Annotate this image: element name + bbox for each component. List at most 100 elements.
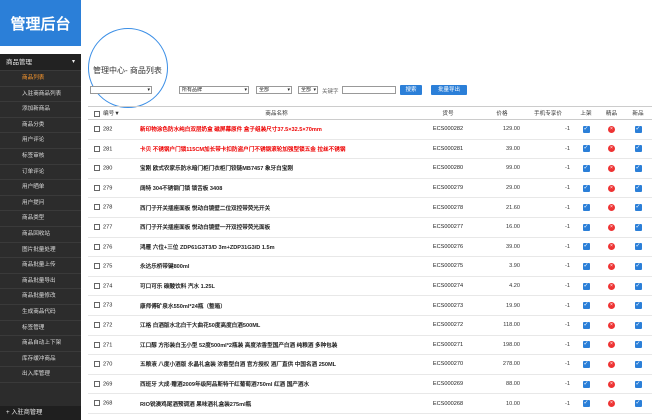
row-new[interactable]: ✓ <box>624 237 652 258</box>
row-checkbox[interactable] <box>94 400 100 407</box>
check-icon[interactable]: ✓ <box>634 184 642 192</box>
check-icon[interactable]: ✓ <box>582 204 590 212</box>
sidebar-item[interactable]: 生成商品代码 <box>0 305 81 321</box>
row-goods-name[interactable]: 卡贝 不锈钢户门锁115CM加长带卡扣防盗户门不锈钢滚轮加强型锁五金 拉丝不锈钢 <box>138 139 415 160</box>
row-mobile-price[interactable]: -1 <box>523 197 573 218</box>
row-mobile-price[interactable]: -1 <box>523 295 573 316</box>
row-goods-name[interactable]: 新印物涂色防水纯白双层奶盒 磁屏幕原件 盒子组装尺寸37.5×32.5×70mm <box>138 119 415 140</box>
row-best[interactable]: × <box>599 119 624 140</box>
close-icon[interactable]: × <box>608 400 615 408</box>
check-icon[interactable]: ✓ <box>634 243 642 251</box>
col-header-sku[interactable]: 货号 <box>415 106 481 120</box>
sidebar-section-merchant[interactable]: + 入驻商管理 <box>0 406 81 420</box>
check-icon[interactable]: ✓ <box>634 145 642 153</box>
row-on-sale[interactable]: ✓ <box>573 315 599 336</box>
close-icon[interactable]: × <box>608 282 615 290</box>
row-mobile-price[interactable]: -1 <box>523 354 573 375</box>
row-new[interactable]: ✓ <box>624 217 652 238</box>
row-goods-name[interactable]: 西门子开关插座面板 悦动白镜壁二位双控带荧光开关 <box>138 197 415 218</box>
row-best[interactable]: × <box>599 197 624 218</box>
sidebar-item[interactable]: 商品批量导出 <box>0 274 81 290</box>
row-price[interactable]: 3.90 <box>481 256 523 277</box>
check-icon[interactable]: ✓ <box>582 302 590 310</box>
row-checkbox[interactable] <box>94 341 100 348</box>
row-mobile-price[interactable]: -1 <box>523 335 573 356</box>
row-price[interactable]: 198.00 <box>481 335 523 356</box>
col-header-new[interactable]: 新品 <box>624 106 652 120</box>
row-checkbox[interactable] <box>94 165 100 172</box>
row-goods-name[interactable]: 鸿雁 六位+三位 ZDP61G3T3/D 3m+ZDP31G3/D 1.5m <box>138 237 415 258</box>
row-on-sale[interactable]: ✓ <box>573 393 599 414</box>
col-header-best[interactable]: 精品 <box>599 106 624 120</box>
col-header-price[interactable]: 价格 <box>481 106 523 120</box>
row-mobile-price[interactable]: -1 <box>523 256 573 277</box>
check-icon[interactable]: ✓ <box>634 125 642 133</box>
sidebar-item[interactable]: 商品列表 <box>0 71 81 87</box>
row-mobile-price[interactable]: -1 <box>523 139 573 160</box>
row-new[interactable]: ✓ <box>624 374 652 395</box>
row-new[interactable]: ✓ <box>624 295 652 316</box>
row-checkbox[interactable] <box>94 145 100 152</box>
col-header-id[interactable]: 编号▼ <box>88 106 138 120</box>
sidebar-item[interactable]: 图片批量处理 <box>0 243 81 259</box>
row-on-sale[interactable]: ✓ <box>573 276 599 297</box>
row-mobile-price[interactable]: -1 <box>523 178 573 199</box>
row-new[interactable]: ✓ <box>624 256 652 277</box>
check-icon[interactable]: ✓ <box>634 380 642 388</box>
sidebar-item[interactable]: 出入库管理 <box>0 367 81 383</box>
row-new[interactable]: ✓ <box>624 139 652 160</box>
close-icon[interactable]: × <box>608 360 615 368</box>
sidebar-item[interactable]: 订单评论 <box>0 165 81 181</box>
row-price[interactable]: 4.20 <box>481 276 523 297</box>
sidebar-item[interactable]: 用户评论 <box>0 133 81 149</box>
sidebar-item[interactable]: 入驻商商品列表 <box>0 87 81 103</box>
row-price[interactable]: 278.00 <box>481 354 523 375</box>
row-new[interactable]: ✓ <box>624 393 652 414</box>
row-goods-name[interactable]: 西班牙 大成·赠酒2009年级阿品斯特干红葡萄酒750ml 红酒 国产酒水 <box>138 374 415 395</box>
row-goods-name[interactable]: 可口可乐 碳酸饮料 汽水 1.25L <box>138 276 415 297</box>
row-new[interactable]: ✓ <box>624 178 652 199</box>
sidebar-item[interactable]: 商品类型 <box>0 211 81 227</box>
check-icon[interactable]: ✓ <box>634 164 642 172</box>
row-best[interactable]: × <box>599 315 624 336</box>
row-price[interactable]: 129.00 <box>481 119 523 140</box>
row-goods-name[interactable]: 五粮液 八度小酒版 永晶礼盒装 浓香型白酒 官方授权 酒厂直供 中国名酒 250… <box>138 354 415 375</box>
row-checkbox[interactable] <box>94 204 100 211</box>
row-goods-name[interactable]: 宝刚 欧式农家乐防水暗门柜门衣柜门铰链MB7457 象牙白宝刚 <box>138 158 415 179</box>
row-on-sale[interactable]: ✓ <box>573 374 599 395</box>
row-on-sale[interactable]: ✓ <box>573 119 599 140</box>
close-icon[interactable]: × <box>608 164 615 172</box>
sidebar-item[interactable]: 标签审核 <box>0 149 81 165</box>
row-checkbox[interactable] <box>94 302 100 309</box>
row-checkbox[interactable] <box>94 321 100 328</box>
row-on-sale[interactable]: ✓ <box>573 335 599 356</box>
row-on-sale[interactable]: ✓ <box>573 295 599 316</box>
sidebar-section-goods[interactable]: 商品管理 ▾ <box>0 54 81 71</box>
row-new[interactable]: ✓ <box>624 315 652 336</box>
row-mobile-price[interactable]: -1 <box>523 217 573 238</box>
row-goods-name[interactable]: 江口醇 方形装白玉小型 52度500ml*2瓶装 高度浓香型国产白酒 纯粮酒 多… <box>138 335 415 356</box>
sidebar-item[interactable]: 商品自动上下架 <box>0 336 81 352</box>
row-price[interactable]: 39.00 <box>481 139 523 160</box>
row-mobile-price[interactable]: -1 <box>523 237 573 258</box>
row-on-sale[interactable]: ✓ <box>573 139 599 160</box>
sidebar-item[interactable]: 库存缓冲商品 <box>0 352 81 368</box>
close-icon[interactable]: × <box>608 125 615 133</box>
row-checkbox[interactable] <box>94 126 100 133</box>
row-price[interactable]: 88.00 <box>481 374 523 395</box>
row-price[interactable]: 16.00 <box>481 217 523 238</box>
row-checkbox[interactable] <box>94 263 100 270</box>
row-new[interactable]: ✓ <box>624 276 652 297</box>
row-goods-name[interactable]: 康师傅矿泉水550ml*24瓶（整箱） <box>138 295 415 316</box>
check-icon[interactable]: ✓ <box>634 341 642 349</box>
row-best[interactable]: × <box>599 374 624 395</box>
row-best[interactable]: × <box>599 237 624 258</box>
row-price[interactable]: 39.00 <box>481 237 523 258</box>
check-icon[interactable]: ✓ <box>634 204 642 212</box>
row-price[interactable]: 10.00 <box>481 393 523 414</box>
row-goods-name[interactable]: 阔特 304不锈钢门锁 锁舌板 3408 <box>138 178 415 199</box>
check-icon[interactable]: ✓ <box>582 400 590 408</box>
check-icon[interactable]: ✓ <box>634 302 642 310</box>
row-price[interactable]: 19.90 <box>481 295 523 316</box>
check-icon[interactable]: ✓ <box>582 321 590 329</box>
